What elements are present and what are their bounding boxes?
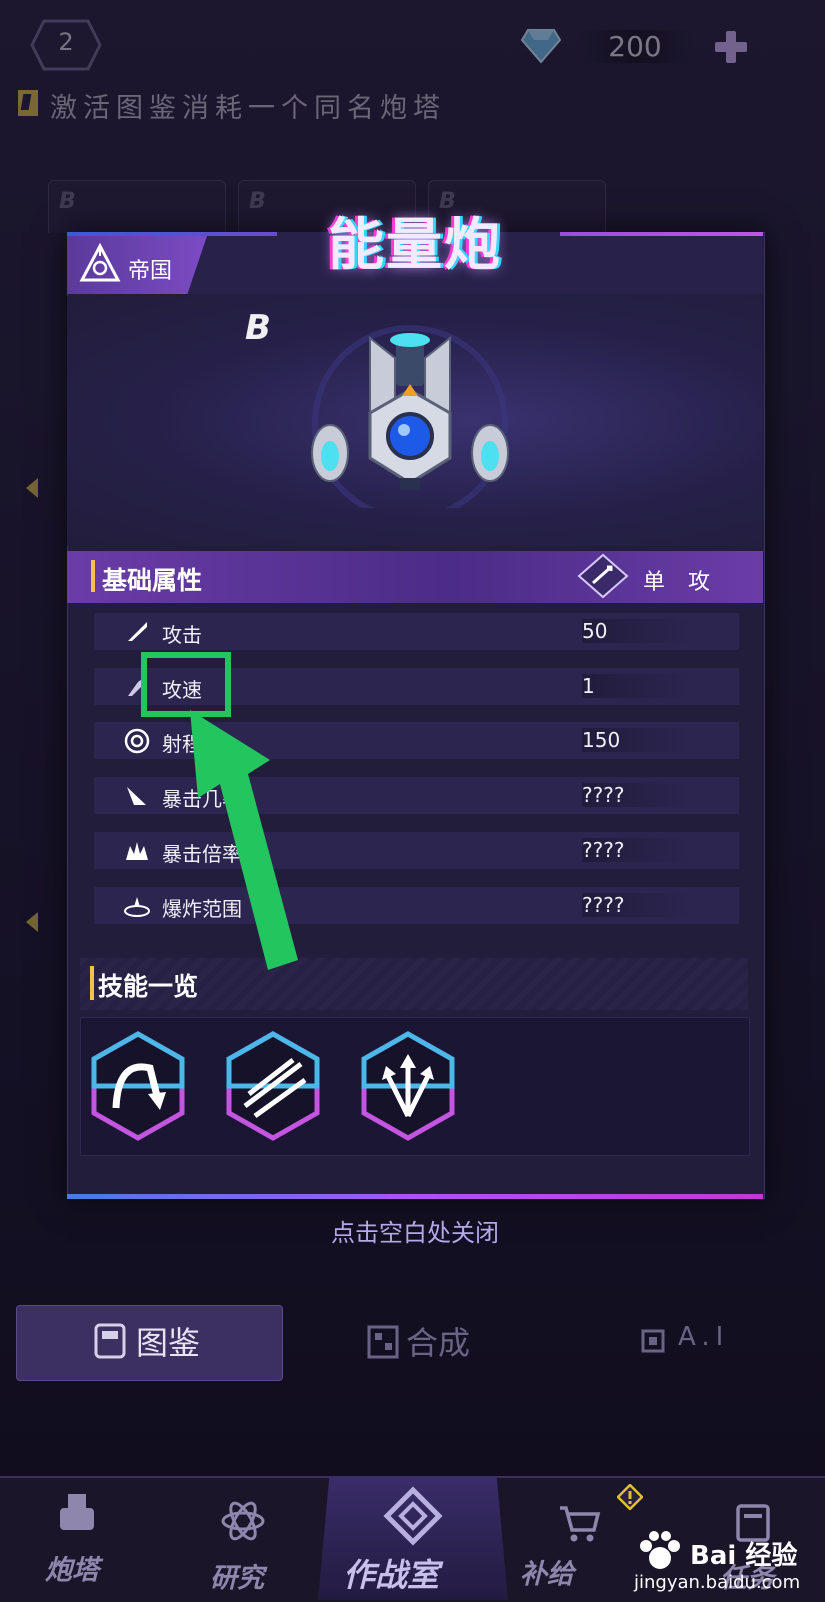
skill-slash-icon[interactable] bbox=[223, 1030, 323, 1142]
faction-label: 帝国 bbox=[128, 259, 173, 284]
attribute-value: ???? bbox=[582, 783, 692, 807]
popup-bottom-border bbox=[67, 1194, 763, 1199]
book-icon bbox=[94, 1323, 126, 1359]
sword-icon bbox=[128, 622, 147, 641]
explosion-icon bbox=[124, 897, 150, 917]
alert-icon bbox=[617, 1484, 643, 1510]
green-arrow-icon bbox=[190, 710, 298, 970]
cart-icon bbox=[560, 1506, 601, 1542]
chip-icon bbox=[641, 1329, 665, 1353]
empire-emblem-icon bbox=[79, 242, 121, 282]
single-attack-icon bbox=[577, 553, 629, 599]
attributes-title: 基础属性 bbox=[102, 566, 203, 595]
crit-chance-icon bbox=[127, 787, 146, 805]
attribute-value: ???? bbox=[582, 838, 692, 862]
watermark-text: Bai 经验 bbox=[690, 1541, 798, 1571]
attribute-value: 1 bbox=[582, 674, 692, 698]
energy-cannon-icon bbox=[311, 325, 509, 508]
atom-icon bbox=[221, 1501, 265, 1541]
watermark-url: jingyan.baidu.com bbox=[634, 1572, 801, 1593]
nav-turret[interactable]: 炮塔 bbox=[45, 1548, 99, 1587]
baidu-paw-icon bbox=[640, 1531, 680, 1569]
header-marker bbox=[91, 560, 95, 592]
nav-war-room[interactable]: 作战室 bbox=[343, 1550, 439, 1596]
tower-name: 能量炮 bbox=[328, 213, 502, 278]
tab-label-ai: A.I bbox=[678, 1322, 730, 1352]
header-accent bbox=[67, 232, 277, 236]
attribute-value: 150 bbox=[582, 728, 692, 752]
tower-grade: B bbox=[245, 308, 271, 348]
diamond-frame-icon bbox=[383, 1486, 443, 1546]
tab-label-codex: 图鉴 bbox=[136, 1324, 201, 1362]
grid-icon bbox=[367, 1325, 399, 1359]
close-hint[interactable]: 点击空白处关闭 bbox=[250, 1213, 580, 1248]
attribute-row-attack: 攻击 50 bbox=[94, 613, 739, 650]
nav-supply[interactable]: 补给 bbox=[520, 1552, 574, 1591]
attack-type-label: 单 攻 bbox=[643, 570, 718, 595]
skill-arrows-icon[interactable] bbox=[358, 1030, 458, 1142]
turret-icon bbox=[60, 1494, 94, 1530]
attribute-value: 50 bbox=[582, 619, 692, 643]
attribute-value: ???? bbox=[582, 893, 692, 917]
nav-research[interactable]: 研究 bbox=[210, 1556, 264, 1595]
crit-multiplier-icon bbox=[126, 842, 148, 860]
target-icon bbox=[124, 728, 150, 754]
header-marker bbox=[90, 966, 94, 1000]
attribute-name: 攻击 bbox=[162, 623, 202, 647]
header-accent bbox=[560, 232, 763, 236]
skill-arc-icon[interactable] bbox=[88, 1030, 188, 1142]
tab-label-synthesis: 合成 bbox=[406, 1324, 471, 1362]
